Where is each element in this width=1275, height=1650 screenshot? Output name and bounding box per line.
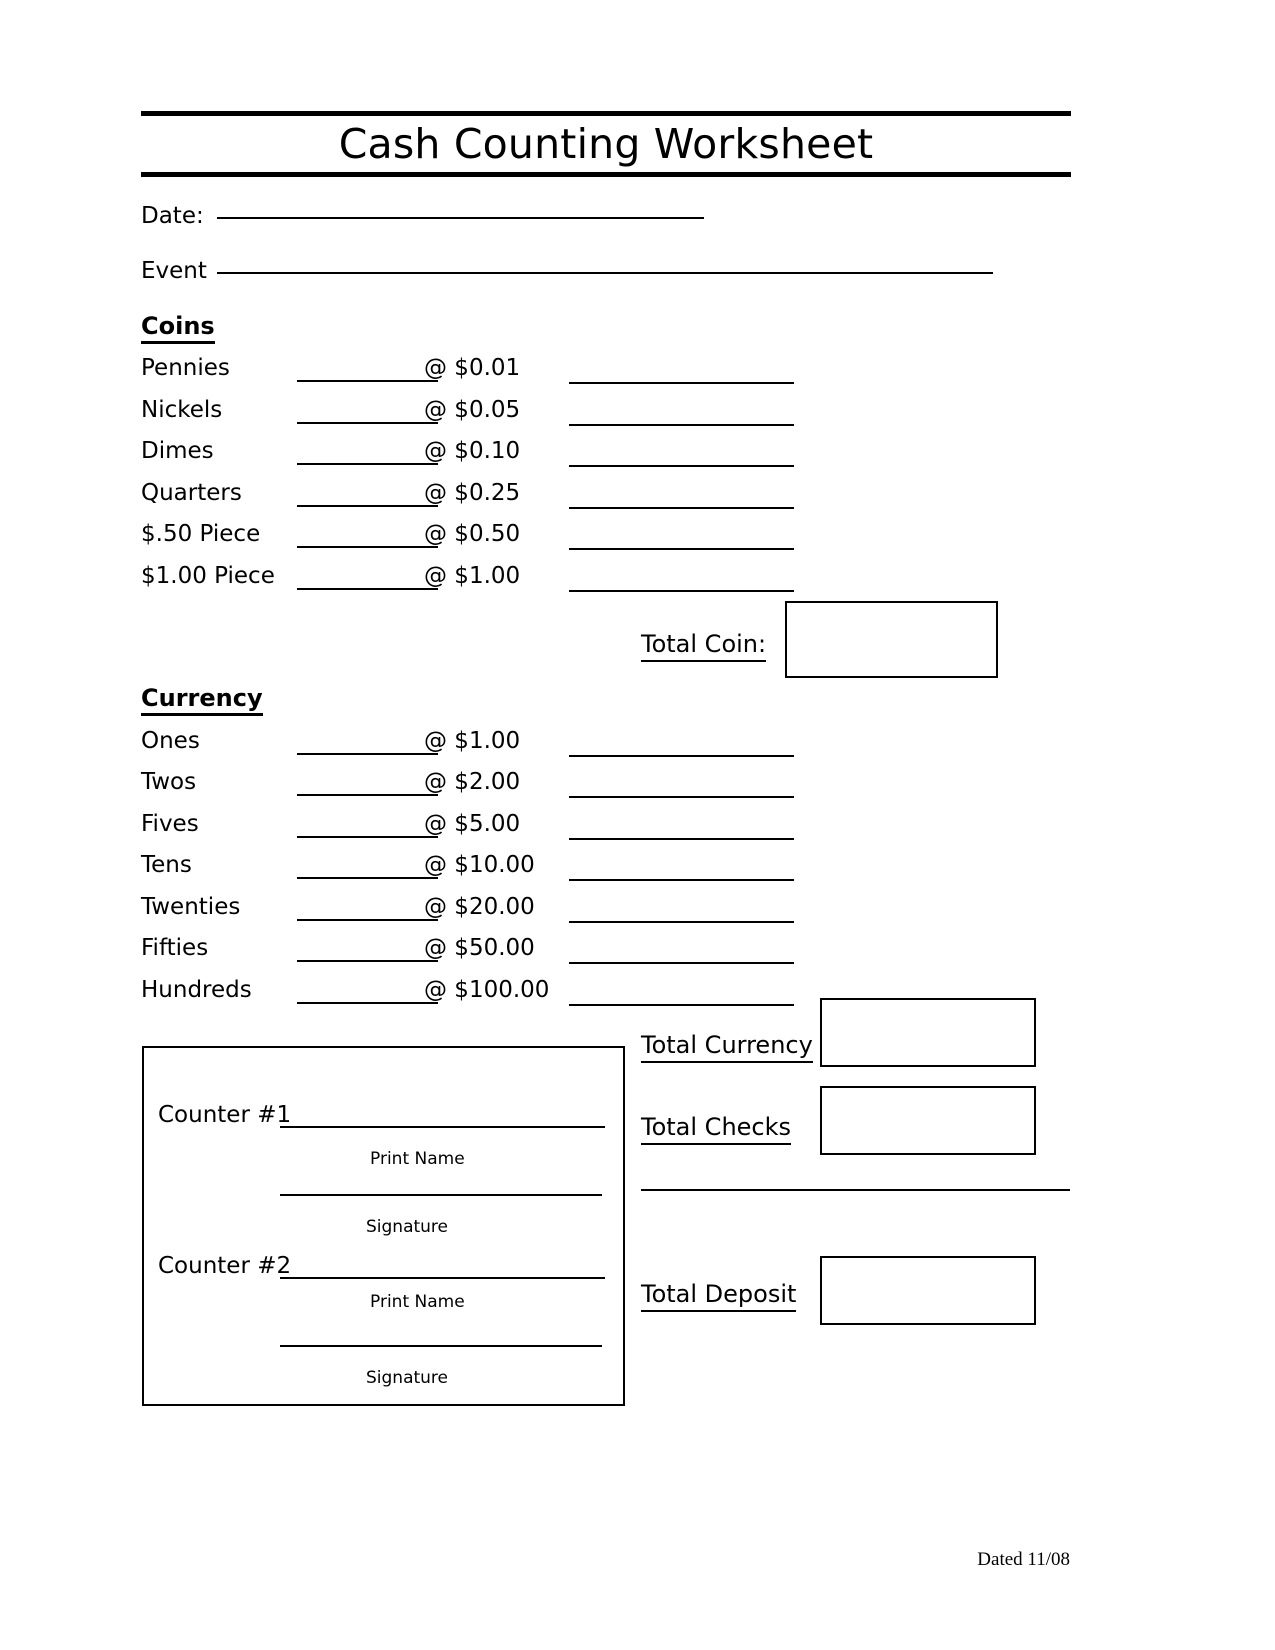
amount-blank[interactable] <box>569 507 794 509</box>
quantity-blank[interactable] <box>297 794 438 796</box>
title-top-rule <box>141 111 1071 116</box>
counter-1-print-name-caption: Print Name <box>370 1149 465 1169</box>
denomination-row-hundreds: Hundreds @ $100.00 <box>141 975 841 1016</box>
denomination-name: $1.00 Piece <box>141 563 275 589</box>
page-title: Cash Counting Worksheet <box>338 120 874 168</box>
denomination-rate: @ $0.05 <box>424 397 521 423</box>
total-deposit-label: Total Deposit <box>641 1279 797 1312</box>
event-label: Event <box>141 258 207 284</box>
total-currency-box[interactable] <box>820 998 1036 1067</box>
quantity-blank[interactable] <box>297 919 438 921</box>
denomination-rate: @ $0.50 <box>424 521 521 547</box>
amount-blank[interactable] <box>569 548 794 550</box>
counter-2-signature-caption: Signature <box>366 1368 449 1388</box>
denomination-row-half-dollar: $.50 Piece @ $0.50 <box>141 519 841 560</box>
denomination-name: Fifties <box>141 935 209 961</box>
total-coin-box[interactable] <box>785 601 998 678</box>
denomination-rate: @ $50.00 <box>424 935 535 961</box>
date-field-row: Date: <box>141 203 704 229</box>
counter-1-label: Counter #1 <box>158 1102 292 1128</box>
counter-1-signature-blank[interactable] <box>280 1194 602 1196</box>
amount-blank[interactable] <box>569 590 794 592</box>
worksheet-page: Cash Counting Worksheet Date: Event Coin… <box>0 0 1275 1650</box>
quantity-blank[interactable] <box>297 463 438 465</box>
amount-blank[interactable] <box>569 424 794 426</box>
event-input-blank[interactable] <box>216 272 993 274</box>
amount-blank[interactable] <box>569 879 794 881</box>
denomination-name: Tens <box>141 852 192 878</box>
amount-blank[interactable] <box>569 796 794 798</box>
denomination-row-tens: Tens @ $10.00 <box>141 850 841 891</box>
quantity-blank[interactable] <box>297 588 438 590</box>
quantity-blank[interactable] <box>297 380 438 382</box>
denomination-name: Dimes <box>141 438 214 464</box>
amount-blank[interactable] <box>569 921 794 923</box>
counter-1-signature-caption: Signature <box>366 1217 449 1237</box>
total-currency-label: Total Currency <box>641 1030 813 1063</box>
denomination-row-twenties: Twenties @ $20.00 <box>141 892 841 933</box>
amount-blank[interactable] <box>569 382 794 384</box>
total-checks-label: Total Checks <box>641 1112 792 1145</box>
denomination-name: Twos <box>141 769 197 795</box>
currency-section-heading: Currency <box>141 684 263 716</box>
denomination-row-quarters: Quarters @ $0.25 <box>141 478 841 519</box>
denomination-rate: @ $20.00 <box>424 894 535 920</box>
denomination-row-ones: Ones @ $1.00 <box>141 726 841 767</box>
quantity-blank[interactable] <box>297 960 438 962</box>
amount-blank[interactable] <box>569 962 794 964</box>
totals-divider-rule <box>641 1189 1070 1191</box>
denomination-rate: @ $0.01 <box>424 355 521 381</box>
denomination-rate: @ $5.00 <box>424 811 521 837</box>
denomination-name: $.50 Piece <box>141 521 261 547</box>
denomination-name: Nickels <box>141 397 223 423</box>
total-checks-box[interactable] <box>820 1086 1036 1155</box>
amount-blank[interactable] <box>569 838 794 840</box>
counter-1-print-name-blank[interactable] <box>280 1126 605 1128</box>
quantity-blank[interactable] <box>297 1002 438 1004</box>
denomination-rate: @ $10.00 <box>424 852 535 878</box>
denomination-name: Pennies <box>141 355 230 381</box>
quantity-blank[interactable] <box>297 546 438 548</box>
counter-2-print-name-blank[interactable] <box>280 1277 605 1279</box>
total-deposit-box[interactable] <box>820 1256 1036 1325</box>
coins-section-heading: Coins <box>141 312 215 344</box>
counter-2-print-name-caption: Print Name <box>370 1292 465 1312</box>
denomination-rate: @ $0.10 <box>424 438 521 464</box>
denomination-rate: @ $1.00 <box>424 728 521 754</box>
quantity-blank[interactable] <box>297 422 438 424</box>
quantity-blank[interactable] <box>297 836 438 838</box>
counter-2-label: Counter #2 <box>158 1253 292 1279</box>
amount-blank[interactable] <box>569 755 794 757</box>
denomination-row-fives: Fives @ $5.00 <box>141 809 841 850</box>
denomination-row-nickels: Nickels @ $0.05 <box>141 395 841 436</box>
denomination-row-fifties: Fifties @ $50.00 <box>141 933 841 974</box>
quantity-blank[interactable] <box>297 505 438 507</box>
quantity-blank[interactable] <box>297 877 438 879</box>
date-label: Date: <box>141 203 204 229</box>
denomination-rate: @ $1.00 <box>424 563 521 589</box>
counter-2-signature-blank[interactable] <box>280 1345 602 1347</box>
denomination-rate: @ $100.00 <box>424 977 550 1003</box>
total-coin-label: Total Coin: <box>641 629 767 662</box>
denomination-rate: @ $2.00 <box>424 769 521 795</box>
denomination-row-twos: Twos @ $2.00 <box>141 767 841 808</box>
footer-dated-note: Dated 11/08 <box>977 1549 1070 1570</box>
denomination-rate: @ $0.25 <box>424 480 521 506</box>
denomination-row-dimes: Dimes @ $0.10 <box>141 436 841 477</box>
amount-blank[interactable] <box>569 465 794 467</box>
denomination-name: Fives <box>141 811 199 837</box>
amount-blank[interactable] <box>569 1004 794 1006</box>
quantity-blank[interactable] <box>297 753 438 755</box>
denomination-name: Hundreds <box>141 977 252 1003</box>
denomination-name: Twenties <box>141 894 241 920</box>
denomination-name: Ones <box>141 728 200 754</box>
denomination-row-pennies: Pennies @ $0.01 <box>141 353 841 394</box>
denomination-name: Quarters <box>141 480 242 506</box>
denomination-row-dollar-coin: $1.00 Piece @ $1.00 <box>141 561 841 602</box>
event-field-row: Event <box>141 258 993 284</box>
date-input-blank[interactable] <box>216 217 704 219</box>
title-bottom-rule <box>141 172 1071 177</box>
